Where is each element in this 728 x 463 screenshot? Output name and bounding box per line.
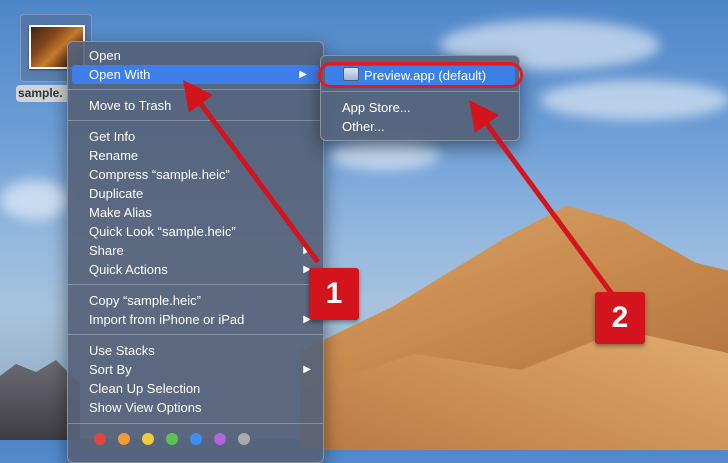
annotation-arrows [183,79,615,296]
arrow-to-preview-app [469,99,615,296]
annotation-badge-2: 2 [595,292,645,344]
annotation-badge-1: 1 [309,268,359,320]
arrow-to-open-with [183,79,321,264]
